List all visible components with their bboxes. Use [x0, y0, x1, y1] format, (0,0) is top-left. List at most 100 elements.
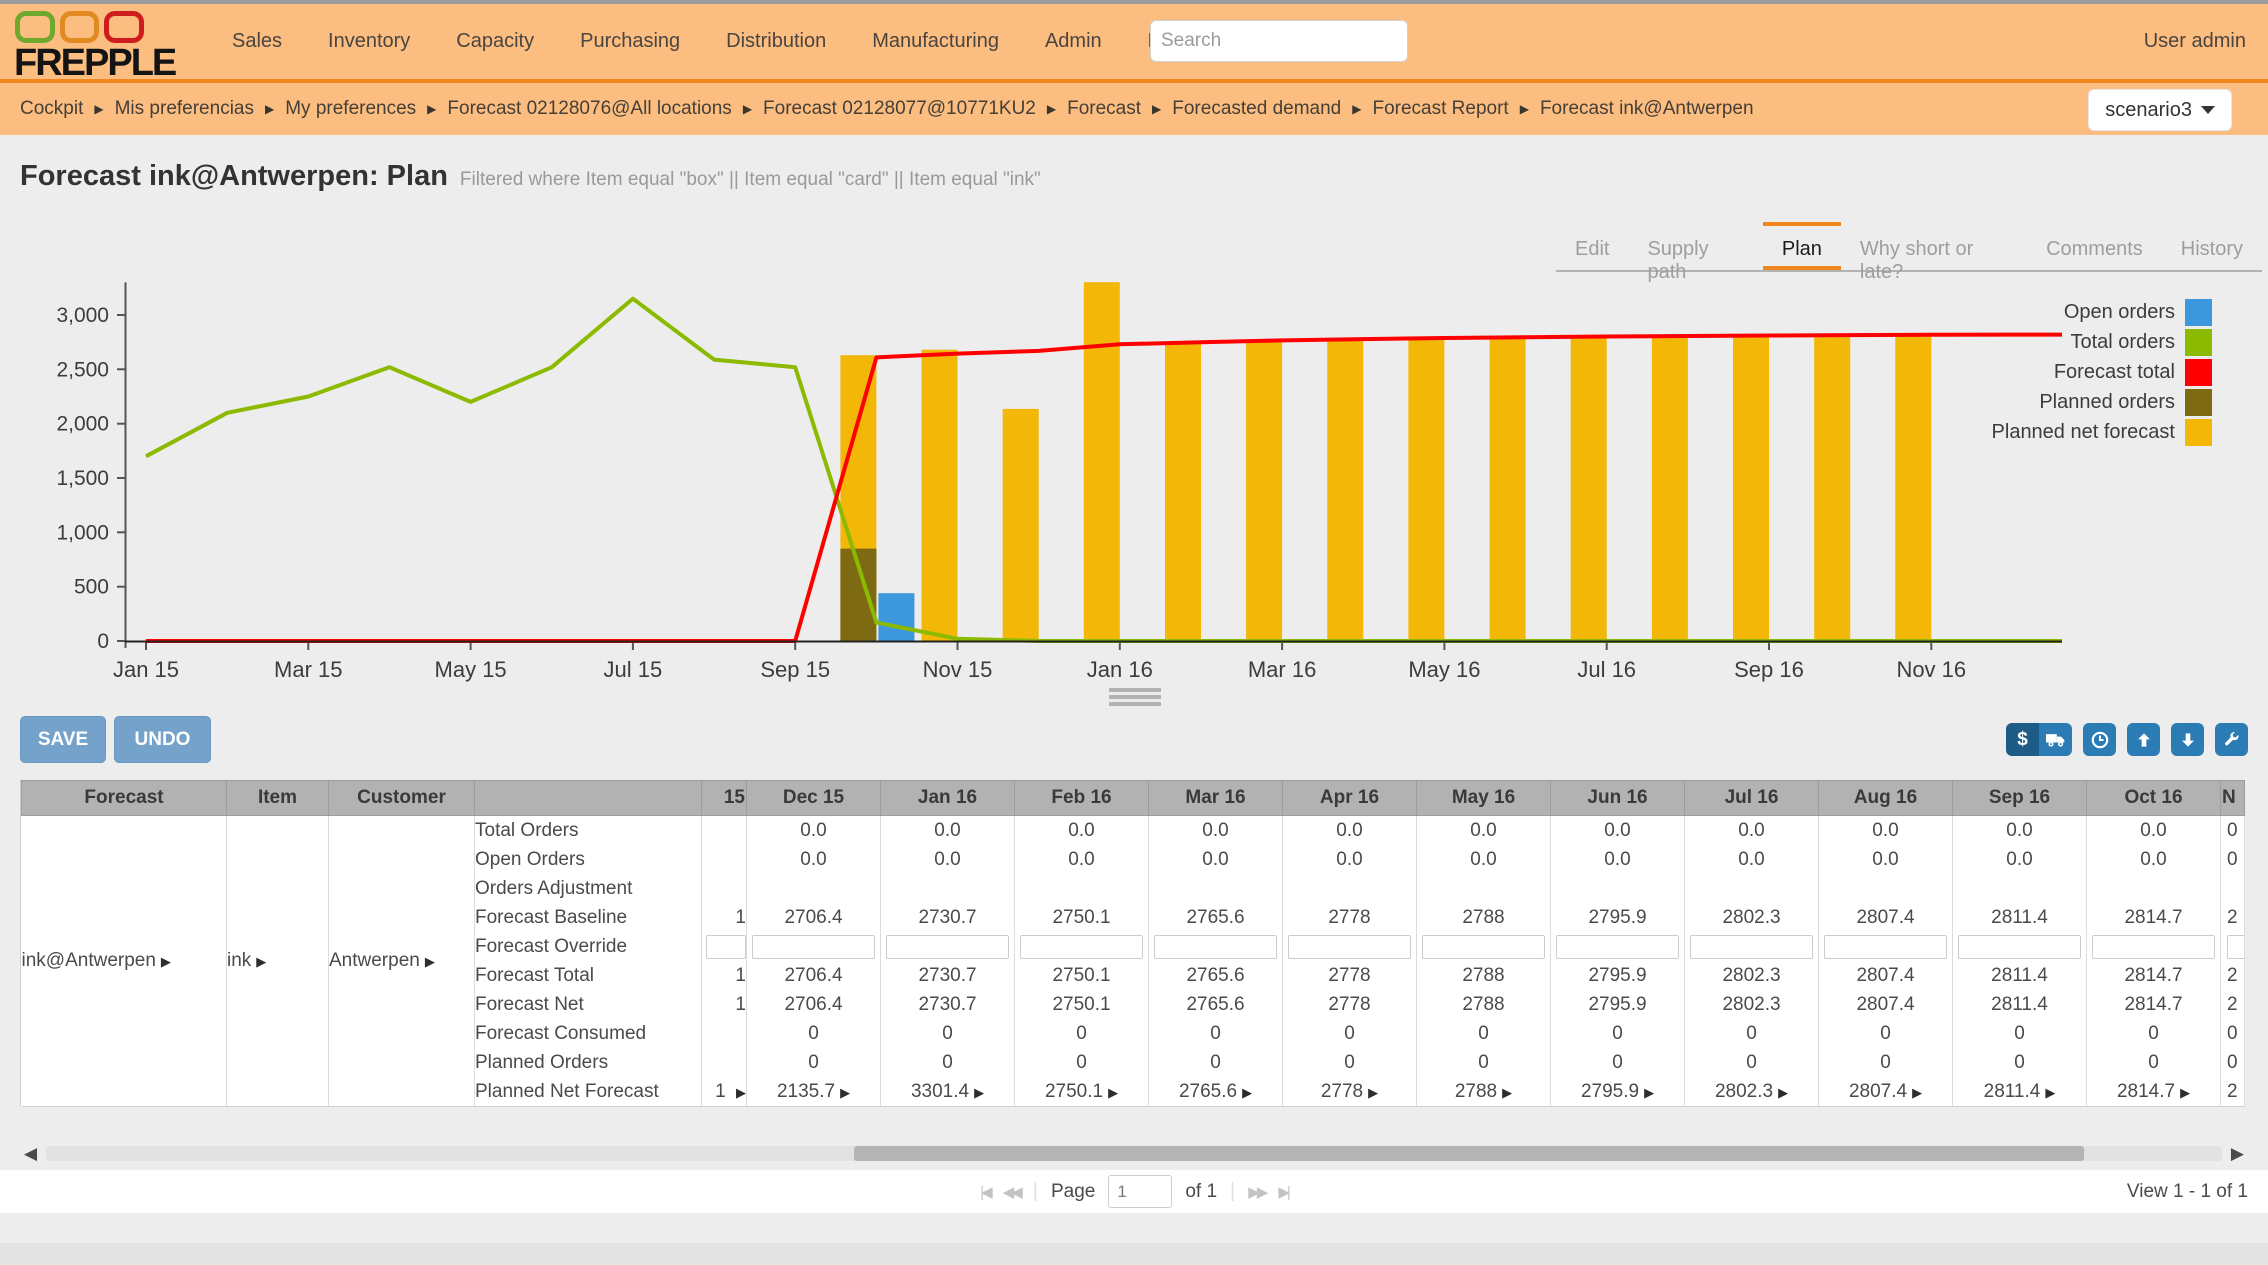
nav-item-inventory[interactable]: Inventory	[328, 30, 410, 53]
drill-right-icon: ▶	[161, 954, 171, 969]
drill-value-cell[interactable]: 2814.7▶	[2087, 1077, 2221, 1107]
last-page-button[interactable]: ▶|	[1278, 1183, 1287, 1201]
measure-value-cell	[881, 874, 1015, 903]
tab-comments[interactable]: Comments	[2027, 222, 2162, 270]
breadcrumb-item-forecast-report[interactable]: Forecast Report	[1372, 98, 1508, 120]
next-page-button[interactable]: ▶▶	[1248, 1183, 1265, 1201]
nav-item-sales[interactable]: Sales	[232, 30, 282, 53]
breadcrumb-item-forecast-ink-antwerpen[interactable]: Forecast ink@Antwerpen	[1540, 98, 1754, 120]
column-header-forecast: Forecast	[22, 781, 227, 816]
nav-item-manufacturing[interactable]: Manufacturing	[872, 30, 999, 53]
override-input[interactable]	[1824, 935, 1946, 959]
breadcrumb-item-mis-preferencias[interactable]: Mis preferencias	[115, 98, 254, 120]
legend-label: Planned net forecast	[1992, 421, 2175, 444]
breadcrumb-item-cockpit[interactable]: Cockpit	[20, 98, 83, 120]
breadcrumb-item-forecast-02128076-all-locations[interactable]: Forecast 02128076@All locations	[447, 98, 731, 120]
measure-value-cell: 2706.4	[747, 961, 881, 990]
measure-value-cell: 0	[1953, 1048, 2087, 1077]
item-cell[interactable]: ink▶	[227, 816, 329, 1107]
search-input[interactable]	[1150, 20, 1408, 62]
scroll-right-icon[interactable]: ▶	[2231, 1144, 2244, 1164]
override-input[interactable]	[706, 935, 746, 959]
override-input[interactable]	[1556, 935, 1678, 959]
measure-value: 2807.4	[1849, 1081, 1907, 1102]
units-currency-button[interactable]: $	[2006, 723, 2039, 756]
frepple-logo[interactable]: FREPPLE	[14, 8, 144, 76]
save-button[interactable]: SAVE	[20, 716, 106, 763]
measure-value: 2778	[1328, 907, 1370, 928]
measure-value: 0.0	[1068, 849, 1094, 870]
measure-value: 2765.6	[1186, 994, 1244, 1015]
nav-item-purchasing[interactable]: Purchasing	[580, 30, 680, 53]
drill-value-cell[interactable]: 2135.7▶	[747, 1077, 881, 1107]
forecast-cell[interactable]: ink@Antwerpen▶	[22, 816, 227, 1107]
override-input[interactable]	[1154, 935, 1276, 959]
breadcrumb-item-forecast[interactable]: Forecast	[1067, 98, 1141, 120]
drill-value-cell[interactable]: 2778▶	[1283, 1077, 1417, 1107]
nav-item-admin[interactable]: Admin	[1045, 30, 1102, 53]
move-up-button[interactable]	[2127, 723, 2160, 756]
bar-planned-net-forecast	[1408, 338, 1444, 641]
measure-value-cell	[1551, 874, 1685, 903]
override-input[interactable]	[1422, 935, 1544, 959]
drill-value-cell[interactable]: 2807.4 ▶	[1819, 1077, 1953, 1107]
chart-resize-handle[interactable]	[1109, 688, 1161, 709]
override-input[interactable]	[1958, 935, 2080, 959]
drill-right-icon: ▶	[1912, 1085, 1922, 1100]
measure-value-cell: 2706.4	[747, 990, 881, 1019]
drill-value-cell[interactable]: 3301.4▶	[881, 1077, 1015, 1107]
time-buckets-button[interactable]	[2083, 723, 2116, 756]
override-input[interactable]	[886, 935, 1008, 959]
page-number-input[interactable]	[1108, 1175, 1172, 1208]
move-down-button[interactable]	[2171, 723, 2204, 756]
nav-item-distribution[interactable]: Distribution	[726, 30, 826, 53]
override-input[interactable]	[1020, 935, 1142, 959]
breadcrumb-item-forecasted-demand[interactable]: Forecasted demand	[1172, 98, 1341, 120]
measure-value: 0.0	[1872, 820, 1898, 841]
nav-item-capacity[interactable]: Capacity	[456, 30, 534, 53]
drill-value-cell[interactable]: 2802.3▶	[1685, 1077, 1819, 1107]
override-input[interactable]	[2092, 935, 2214, 959]
scroll-left-icon[interactable]: ◀	[24, 1144, 37, 1164]
pager-divider: |	[1033, 1180, 1038, 1203]
drill-right-icon: ▶	[736, 1085, 746, 1100]
scrollbar-track[interactable]	[46, 1146, 2222, 1161]
customer-cell[interactable]: Antwerpen▶	[329, 816, 475, 1107]
bar-planned-net-forecast	[1652, 336, 1688, 641]
tab-edit[interactable]: Edit	[1556, 222, 1628, 270]
measure-value: 2802.3	[1722, 965, 1780, 986]
undo-button[interactable]: UNDO	[114, 716, 211, 763]
drill-value-cell[interactable]: 2811.4▶	[1953, 1077, 2087, 1107]
measure-value: 0.0	[1470, 820, 1496, 841]
scrollbar-thumb[interactable]	[854, 1146, 2084, 1161]
override-input[interactable]	[1690, 935, 1812, 959]
forecast-table-wrap: ForecastItemCustomer15Dec 15Jan 16Feb 16…	[20, 780, 2249, 1107]
measure-value-cell: 2730.7	[881, 903, 1015, 932]
x-tick-label: Jul 15	[604, 657, 663, 682]
x-tick-label: Mar 15	[274, 657, 342, 682]
tab-supply-path[interactable]: Supply path	[1628, 222, 1762, 270]
override-input[interactable]	[752, 935, 874, 959]
filter-description: Filtered where Item equal "box" || Item …	[460, 169, 1041, 191]
tab-plan[interactable]: Plan	[1763, 222, 1841, 270]
drill-value-cell[interactable]: 2765.6▶	[1149, 1077, 1283, 1107]
tab-why-short-or-late[interactable]: Why short or late?	[1841, 222, 2027, 270]
drill-value-cell[interactable]: 2788▶	[1417, 1077, 1551, 1107]
first-page-button[interactable]: |◀	[980, 1183, 989, 1201]
drill-value-cell[interactable]: 2795.9▶	[1551, 1077, 1685, 1107]
drill-value-cell[interactable]: 2750.1▶	[1015, 1077, 1149, 1107]
override-input[interactable]	[2227, 935, 2245, 959]
scenario-selector[interactable]: scenario3	[2088, 89, 2232, 131]
user-menu[interactable]: User admin	[2144, 4, 2246, 79]
measure-value: 2802.3	[1722, 907, 1780, 928]
y-tick-label: 2,000	[56, 413, 109, 436]
tab-history[interactable]: History	[2162, 222, 2262, 270]
customize-button[interactable]	[2215, 723, 2248, 756]
prev-page-button[interactable]: ◀◀	[1003, 1183, 1020, 1201]
breadcrumb-item-forecast-02128077-10771ku2[interactable]: Forecast 02128077@10771KU2	[763, 98, 1036, 120]
measure-value-cell: 0.0	[1685, 845, 1819, 874]
units-quantity-button[interactable]	[2039, 723, 2072, 756]
breadcrumb-item-my-preferences[interactable]: My preferences	[285, 98, 416, 120]
legend-swatch-total-orders	[2185, 329, 2212, 356]
override-input[interactable]	[1288, 935, 1410, 959]
